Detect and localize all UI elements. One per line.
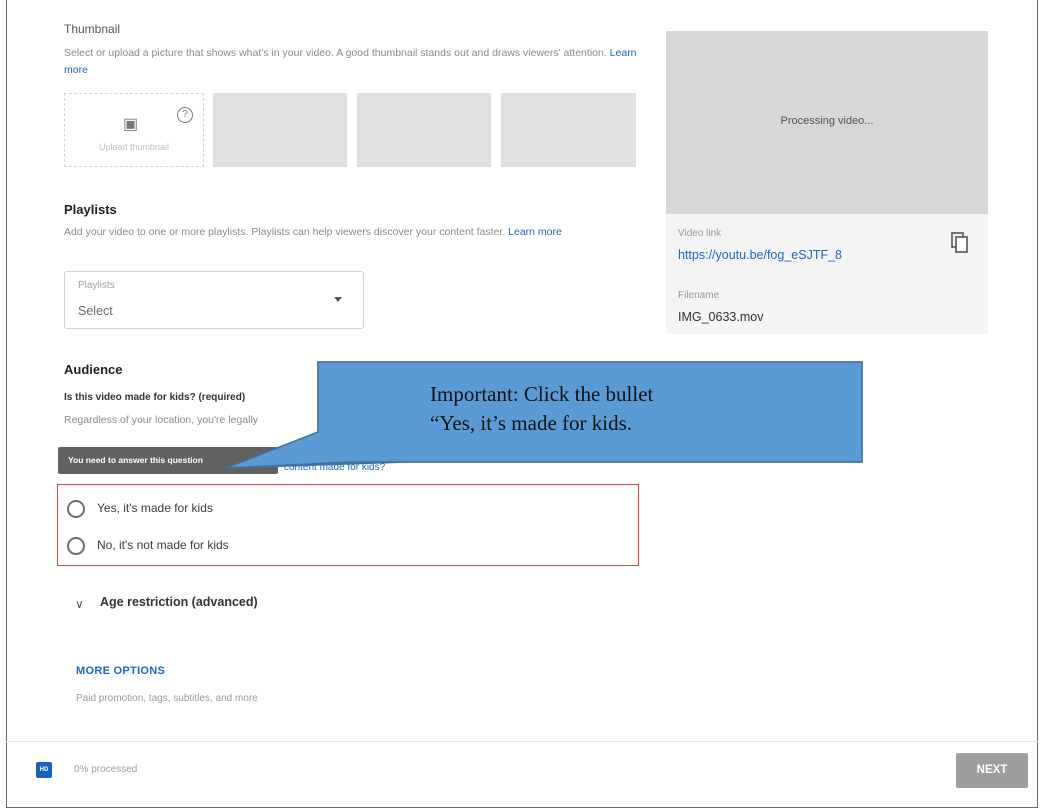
callout-line-2: “Yes, it’s made for kids. [430, 411, 633, 435]
callout-line-1: Important: Click the bullet [430, 382, 654, 406]
callout-text: Important: Click the bullet “Yes, it’s m… [430, 380, 850, 438]
